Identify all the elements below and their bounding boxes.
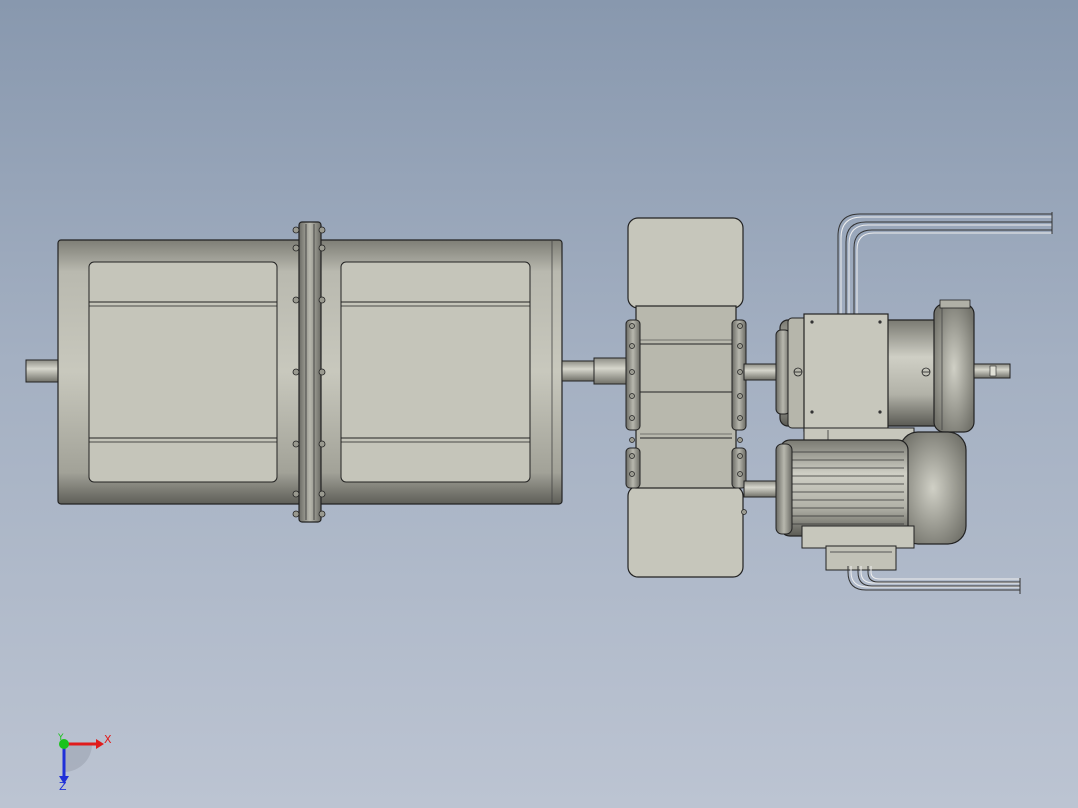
x-axis-arrowhead — [96, 739, 104, 749]
graphics-viewport[interactable]: X Y Z — [0, 0, 1078, 808]
brake-motor-upper[interactable] — [775, 299, 1011, 451]
y-axis-label: Y — [57, 733, 64, 743]
x-axis-label: X — [104, 733, 112, 746]
coordinate-triad: X Y Z — [57, 733, 112, 793]
motor-lower[interactable] — [775, 431, 967, 571]
model-view[interactable]: X Y Z — [0, 0, 1078, 808]
triad-plane-shade — [64, 744, 92, 772]
shaft-left[interactable] — [25, 359, 61, 383]
z-axis-label: Z — [59, 780, 67, 793]
gearbox-housing[interactable] — [625, 217, 779, 578]
shaft-middle[interactable] — [561, 357, 631, 385]
